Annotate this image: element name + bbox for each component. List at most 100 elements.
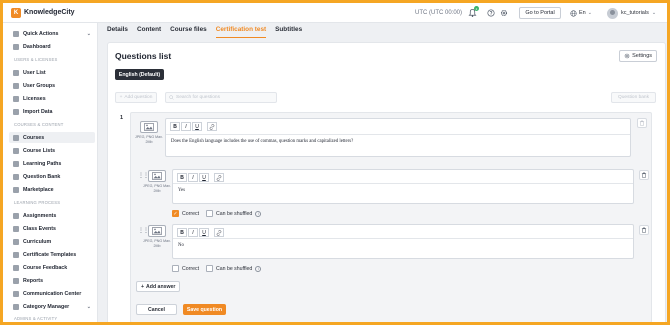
sidebar-item-category-manager[interactable]: Category Manager ⌄ [9, 301, 95, 312]
sidebar-item-label: Curriculum [23, 238, 52, 245]
info-icon[interactable]: i [255, 265, 262, 272]
answer-image-upload[interactable] [148, 170, 166, 182]
sidebar-item-user-groups[interactable]: User Groups [9, 80, 95, 91]
tab-content[interactable]: Content [137, 26, 161, 38]
sidebar-item-learning-paths[interactable]: Learning Paths [9, 158, 95, 169]
italic-button[interactable]: I [181, 122, 191, 131]
brand-name: KnowledgeCity [24, 9, 75, 16]
sidebar-item-class-events[interactable]: Class Events [9, 223, 95, 234]
sidebar-item-curriculum[interactable]: Curriculum [9, 236, 95, 247]
lightning-icon [13, 30, 19, 37]
sidebar-item-label: Course Lists [23, 147, 56, 154]
bold-button[interactable]: B [177, 228, 187, 237]
image-icon [152, 172, 162, 180]
language-tab-english[interactable]: English (Default) [115, 69, 164, 80]
correct-checkbox-row[interactable]: ✓ Correct [172, 210, 199, 217]
settings-label: Settings [632, 53, 652, 59]
sidebar-item-certificate-templates[interactable]: Certificate Templates [9, 249, 95, 260]
bold-button[interactable]: B [170, 122, 180, 131]
top-bar: K KnowledgeCity UTC (UTC 00:00) 2 Go to … [3, 3, 667, 23]
sidebar-item-label: Reports [23, 277, 44, 284]
sidebar-item-dashboard[interactable]: Dashboard [9, 41, 95, 52]
bold-button[interactable]: B [177, 173, 187, 182]
add-question-button[interactable]: + Add question [115, 92, 157, 103]
users-icon [13, 82, 19, 89]
answer-text-editor[interactable]: B I U No [172, 224, 634, 259]
image-format-hint: JPEG, PNG Max. 2Mb [143, 184, 171, 193]
delete-answer-button[interactable] [639, 225, 649, 235]
go-to-portal-button[interactable]: Go to Portal [519, 7, 561, 19]
answer-text-editor[interactable]: B I U Yes [172, 169, 634, 204]
question-text[interactable]: Does the English language includes the u… [166, 134, 630, 156]
editor-toolbar: B I U [177, 173, 224, 182]
delete-question-button[interactable] [637, 118, 647, 128]
username-label: kc_tutorials [621, 10, 649, 16]
sidebar-item-communication-center[interactable]: Communication Center [9, 288, 95, 299]
tab-subtitles[interactable]: Subtitles [275, 26, 302, 38]
italic-button[interactable]: I [188, 173, 198, 182]
tab-details[interactable]: Details [107, 26, 128, 38]
shuffle-checkbox-row[interactable]: Can be shuffled i [206, 265, 262, 272]
sidebar-item-label: Certificate Templates [23, 251, 77, 258]
brand-logo[interactable]: K KnowledgeCity [11, 7, 75, 18]
drag-handle-icon[interactable]: ⋮⋮ [138, 172, 149, 179]
avatar [607, 7, 618, 19]
sidebar-item-course-lists[interactable]: Course Lists [9, 145, 95, 156]
courses-icon [13, 134, 19, 141]
sidebar-item-assignments[interactable]: Assignments [9, 210, 95, 221]
answer-image-upload[interactable] [148, 225, 166, 237]
save-question-button[interactable]: Save question [183, 304, 226, 315]
shuffle-label: Can be shuffled [216, 265, 253, 272]
correct-checkbox[interactable]: ✓ [172, 210, 179, 217]
sidebar-item-label: Import Data [23, 108, 53, 115]
gear-icon[interactable] [500, 9, 508, 17]
image-format-hint: JPEG, PNG Max. 2Mb [143, 239, 171, 248]
language-selector[interactable]: En ⌄ [570, 7, 602, 19]
sidebar-item-user-list[interactable]: User List [9, 67, 95, 78]
add-answer-button[interactable]: + Add answer [136, 281, 181, 292]
answer-text[interactable]: No [173, 238, 633, 258]
question-bank-button[interactable]: Question bank [611, 92, 656, 103]
underline-button[interactable]: U [192, 122, 202, 131]
cancel-button[interactable]: Cancel [136, 304, 177, 315]
sidebar-item-course-feedback[interactable]: Course Feedback [9, 262, 95, 273]
plus-icon: + [119, 95, 123, 100]
underline-button[interactable]: U [199, 228, 209, 237]
shuffle-checkbox[interactable] [206, 265, 213, 272]
link-button[interactable] [214, 173, 224, 182]
sidebar-item-quick-actions[interactable]: Quick Actions ⌄ [9, 28, 95, 39]
sidebar-item-courses[interactable]: Courses [9, 132, 95, 143]
chevron-down-icon: ⌄ [651, 10, 657, 16]
sidebar-item-label: Question Bank [23, 173, 61, 180]
sidebar-item-import-data[interactable]: Import Data [9, 106, 95, 117]
info-icon[interactable]: i [255, 210, 262, 217]
italic-button[interactable]: I [188, 228, 198, 237]
link-icon [216, 174, 222, 181]
shuffle-checkbox-row[interactable]: Can be shuffled i [206, 210, 262, 217]
sidebar-item-licenses[interactable]: Licenses [9, 93, 95, 104]
question-image-upload[interactable] [140, 121, 158, 133]
knowledgecity-logo-icon: K [11, 7, 21, 18]
help-icon[interactable] [487, 9, 495, 17]
drag-handle-icon[interactable]: ⋮⋮ [138, 227, 149, 234]
tab-certification-test[interactable]: Certification test [215, 26, 267, 38]
question-text-editor[interactable]: B I U Does the English language includes… [165, 118, 631, 157]
settings-button[interactable]: Settings [619, 50, 657, 62]
sidebar-item-reports[interactable]: Reports [9, 275, 95, 286]
sidebar-item-question-bank[interactable]: Question Bank [9, 171, 95, 182]
image-icon [152, 227, 162, 235]
shuffle-checkbox[interactable] [206, 210, 213, 217]
sidebar-item-marketplace[interactable]: Marketplace [9, 184, 95, 195]
correct-checkbox[interactable] [172, 265, 179, 272]
underline-button[interactable]: U [199, 173, 209, 182]
delete-answer-button[interactable] [639, 170, 649, 180]
user-menu[interactable]: kc_tutorials ⌄ [607, 6, 656, 20]
correct-checkbox-row[interactable]: Correct [172, 265, 199, 272]
answer-text[interactable]: Yes [173, 183, 633, 203]
link-button[interactable] [207, 122, 217, 131]
tab-course-files[interactable]: Course files [170, 26, 207, 38]
search-icon [169, 95, 174, 100]
link-button[interactable] [214, 228, 224, 237]
search-questions-input[interactable]: Search for questions [165, 92, 277, 103]
sidebar-item-label: Licenses [23, 95, 46, 102]
